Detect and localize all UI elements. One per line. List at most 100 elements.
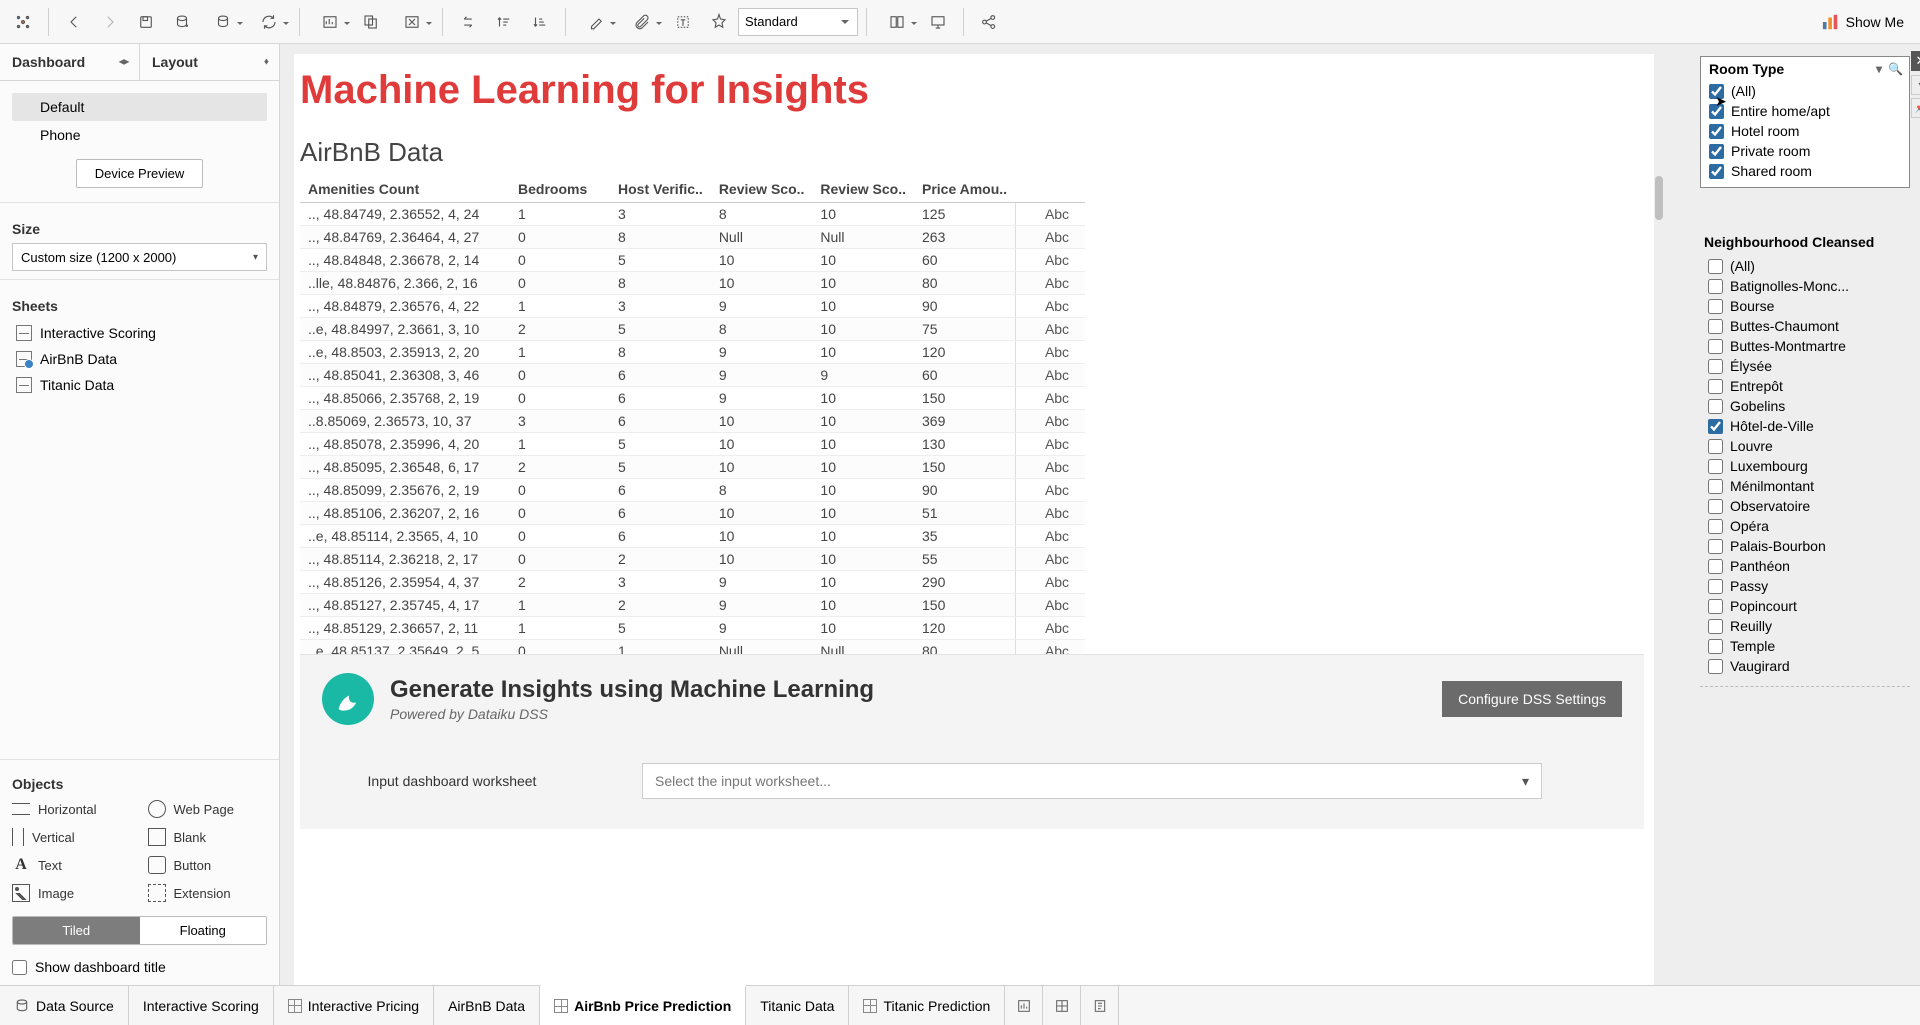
show-title-checkbox[interactable]: Show dashboard title [12, 955, 267, 979]
layout-toggle[interactable]: Tiled Floating [12, 916, 267, 945]
table-row[interactable]: .., 48.85114, 2.36218, 2, 1702101055Abc [300, 548, 1085, 571]
neigh-option[interactable]: Gobelins [1708, 396, 1902, 416]
room-option[interactable]: (All) [1709, 81, 1901, 101]
obj-extension[interactable]: Extension [148, 884, 268, 902]
presentation-button[interactable] [921, 5, 955, 39]
forward-button[interactable] [93, 5, 127, 39]
table-row[interactable]: ..8.85069, 2.36573, 10, 37361010369Abc [300, 410, 1085, 433]
table-row[interactable]: ..e, 48.84997, 2.3661, 3, 102581075Abc [300, 318, 1085, 341]
table-row[interactable]: .., 48.85126, 2.35954, 4, 3723910290Abc [300, 571, 1085, 594]
table-row[interactable]: ..lle, 48.84876, 2.366, 2, 1608101080Abc [300, 272, 1085, 295]
neigh-option[interactable]: Vaugirard [1708, 656, 1902, 676]
table-row[interactable]: ..e, 48.85114, 2.3565, 4, 1006101035Abc [300, 525, 1085, 548]
table-row[interactable]: .., 48.85106, 2.36207, 2, 1606101051Abc [300, 502, 1085, 525]
obj-webpage[interactable]: Web Page [148, 800, 268, 818]
room-option[interactable]: Shared room [1709, 161, 1901, 181]
sheet-tab[interactable]: Titanic Prediction [849, 986, 1005, 1025]
room-type-filter[interactable]: ✕ ▾📌 Room Type▾🔍 (All)Entire home/aptHot… [1700, 56, 1910, 188]
new-worksheet-button[interactable] [308, 5, 352, 39]
table-row[interactable]: .., 48.84749, 2.36552, 4, 2413810125Abc [300, 203, 1085, 226]
neigh-option[interactable]: Élysée [1708, 356, 1902, 376]
neigh-option[interactable]: Batignolles-Monc... [1708, 276, 1902, 296]
room-option[interactable]: Entire home/apt [1709, 101, 1901, 121]
sheet-tab[interactable]: Interactive Scoring [129, 986, 274, 1025]
highlight-dropdown[interactable] [574, 5, 618, 39]
device-preview-button[interactable]: Device Preview [76, 159, 204, 188]
room-option[interactable]: Private room [1709, 141, 1901, 161]
swap-button[interactable] [451, 5, 485, 39]
neigh-option[interactable]: Ménilmontant [1708, 476, 1902, 496]
new-dashboard-icon[interactable] [1043, 986, 1081, 1025]
floating-button[interactable]: Floating [140, 917, 267, 944]
neigh-option[interactable]: Bourse [1708, 296, 1902, 316]
tab-layout[interactable]: Layout♦ [140, 44, 279, 80]
pin-button[interactable] [702, 5, 736, 39]
table-row[interactable]: .., 48.85127, 2.35745, 4, 1712910150Abc [300, 594, 1085, 617]
neigh-option[interactable]: Reuilly [1708, 616, 1902, 636]
column-header[interactable]: Review Sco.. [711, 176, 813, 203]
new-worksheet-icon[interactable] [1005, 986, 1043, 1025]
device-default[interactable]: Default [12, 93, 267, 121]
obj-text[interactable]: AText [12, 856, 132, 874]
filter-icon[interactable]: ▾ [1876, 62, 1882, 76]
table-row[interactable]: .., 48.85129, 2.36657, 2, 1115910120Abc [300, 617, 1085, 640]
tiled-button[interactable]: Tiled [13, 917, 140, 944]
data-source-tab[interactable]: Data Source [0, 986, 129, 1025]
neigh-option[interactable]: Entrepôt [1708, 376, 1902, 396]
sheet-interactive-scoring[interactable]: Interactive Scoring [12, 320, 267, 346]
show-me-button[interactable]: Show Me [1812, 13, 1914, 31]
table-row[interactable]: .., 48.84879, 2.36576, 4, 221391090Abc [300, 295, 1085, 318]
filter-dropdown-icon[interactable]: ▾ [1911, 75, 1920, 95]
table-row[interactable]: .., 48.85041, 2.36308, 3, 46069960Abc [300, 364, 1085, 387]
input-worksheet-select[interactable]: Select the input worksheet... [642, 763, 1542, 799]
new-story-icon[interactable] [1081, 986, 1119, 1025]
sheet-tab[interactable]: AirBnB Data [434, 986, 540, 1025]
table-row[interactable]: ..e, 48.8503, 2.35913, 2, 2018910120Abc [300, 341, 1085, 364]
refresh-dropdown[interactable] [247, 5, 291, 39]
sheet-titanic-data[interactable]: Titanic Data [12, 372, 267, 398]
pin-icon[interactable]: 📌 [1911, 98, 1920, 118]
neigh-option[interactable]: Palais-Bourbon [1708, 536, 1902, 556]
obj-horizontal[interactable]: Horizontal [12, 800, 132, 818]
tab-dashboard[interactable]: Dashboard◂▸ [0, 44, 140, 80]
neigh-option[interactable]: Buttes-Chaumont [1708, 316, 1902, 336]
sheet-tab[interactable]: AirBnb Price Prediction [540, 985, 746, 1025]
obj-image[interactable]: Image [12, 884, 132, 902]
sheet-airbnb-data[interactable]: AirBnB Data [12, 346, 267, 372]
neigh-option[interactable]: Opéra [1708, 516, 1902, 536]
device-phone[interactable]: Phone [12, 121, 267, 149]
table-row[interactable]: .., 48.84769, 2.36464, 4, 2708NullNull26… [300, 226, 1085, 249]
table-row[interactable]: .., 48.84848, 2.36678, 2, 1405101060Abc [300, 249, 1085, 272]
cards-dropdown[interactable] [875, 5, 919, 39]
table-row[interactable]: .., 48.85099, 2.35676, 2, 190681090Abc [300, 479, 1085, 502]
neigh-option[interactable]: Panthéon [1708, 556, 1902, 576]
attach-dropdown[interactable] [620, 5, 664, 39]
neigh-option[interactable]: (All) [1708, 256, 1902, 276]
column-header[interactable]: Price Amou.. [914, 176, 1015, 203]
table-row[interactable]: .., 48.85095, 2.36548, 6, 17251010150Abc [300, 456, 1085, 479]
sort-desc-button[interactable] [523, 5, 557, 39]
obj-button[interactable]: Button [148, 856, 268, 874]
neigh-option[interactable]: Louvre [1708, 436, 1902, 456]
table-row[interactable]: .., 48.85066, 2.35768, 2, 1906910150Abc [300, 387, 1085, 410]
neigh-option[interactable]: Passy [1708, 576, 1902, 596]
neigh-option[interactable]: Buttes-Montmartre [1708, 336, 1902, 356]
back-button[interactable] [57, 5, 91, 39]
neigh-option[interactable]: Popincourt [1708, 596, 1902, 616]
data-table[interactable]: Amenities CountBedroomsHost Verific..Rev… [300, 176, 1085, 709]
table-scrollbar[interactable] [1654, 176, 1664, 716]
column-header[interactable]: Review Sco.. [812, 176, 914, 203]
neighbourhood-filter[interactable]: Neighbourhood Cleansed (All)Batignolles-… [1700, 234, 1910, 687]
obj-blank[interactable]: Blank [148, 828, 268, 846]
save-button[interactable] [129, 5, 163, 39]
sort-asc-button[interactable] [487, 5, 521, 39]
close-icon[interactable]: ✕ [1911, 51, 1920, 71]
logo-icon[interactable] [6, 5, 40, 39]
column-header[interactable]: Amenities Count [300, 176, 510, 203]
duplicate-sheet-button[interactable] [354, 5, 388, 39]
configure-dss-button[interactable]: Configure DSS Settings [1442, 681, 1622, 717]
neigh-option[interactable]: Hôtel-de-Ville [1708, 416, 1902, 436]
sheet-tab[interactable]: Titanic Data [746, 986, 849, 1025]
text-button[interactable] [666, 5, 700, 39]
column-header[interactable]: Bedrooms [510, 176, 610, 203]
